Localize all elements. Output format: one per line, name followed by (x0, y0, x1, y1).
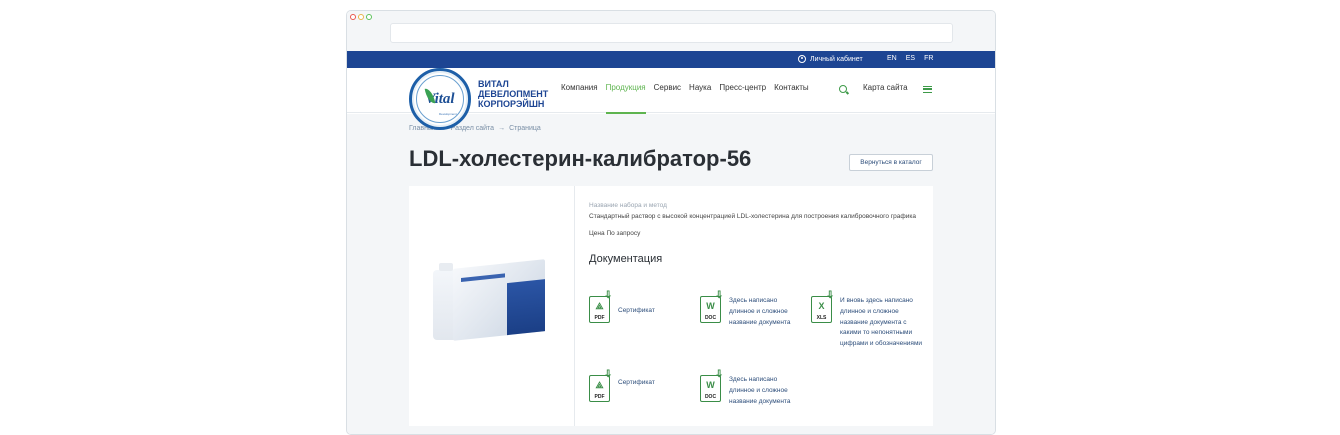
close-dot-icon[interactable] (350, 14, 356, 20)
product-card: Название набора и метод Стандартный раст… (409, 186, 933, 426)
file-extension: DOC (704, 315, 717, 321)
logo-inner: Vital Development (416, 75, 464, 123)
language-switcher: EN ES FR (887, 55, 933, 62)
download-arrow-icon: ⇩ (604, 290, 613, 301)
download-arrow-icon: ⇩ (826, 290, 835, 301)
doc-file-icon: ⇩ W DOC (700, 291, 723, 323)
document-link[interactable]: Здесь написано длинное и сложное названи… (729, 375, 801, 407)
nav-item-company[interactable]: Компания (561, 83, 598, 92)
browser-chrome (347, 11, 995, 51)
nav-item-products[interactable]: Продукция (605, 83, 646, 114)
xls-file-icon: ⇩ X XLS (811, 291, 834, 323)
nav-item-science[interactable]: Наука (689, 83, 711, 92)
document-link[interactable]: И вновь здесь написано длинное и сложное… (840, 296, 924, 350)
breadcrumb-section[interactable]: Раздел сайта (451, 125, 494, 132)
document-item[interactable]: ⇩ ⟁ PDF Сертификат (589, 291, 689, 323)
logo-subtext: Development (439, 112, 457, 116)
download-arrow-icon: ⇩ (715, 290, 724, 301)
logo[interactable]: Vital Development (409, 68, 471, 130)
nav-item-service[interactable]: Сервис (654, 83, 681, 92)
lang-en[interactable]: EN (887, 55, 897, 62)
lang-es[interactable]: ES (906, 55, 915, 62)
cabinet-label: Личный кабинет (810, 55, 863, 63)
site-header: Vital Development ВИТАЛ ДЕВЕЛОПМЕНТ КОРП… (347, 68, 995, 130)
product-image (409, 186, 575, 426)
top-bar: Личный кабинет EN ES FR (347, 51, 995, 68)
browser-window: Личный кабинет EN ES FR Vital Developmen… (346, 10, 996, 435)
company-name-line: ВИТАЛ (478, 79, 509, 89)
pdf-glyph-icon: ⟁ (595, 380, 604, 390)
price-value: По запросу (606, 230, 641, 237)
file-extension: XLS (816, 315, 827, 321)
set-label: Название набора и метод (589, 202, 667, 209)
document-item[interactable]: ⇩ W DOC Здесь написано длинное и сложное… (700, 291, 808, 328)
main-nav: Компания Продукция Сервис Наука Пресс-це… (561, 83, 809, 114)
documents-list: ⇩ ⟁ PDF Сертификат ⇩ W DOC Здесь написан… (589, 291, 929, 426)
nav-item-press-center[interactable]: Пресс-центр (719, 83, 766, 92)
file-extension: PDF (594, 315, 605, 321)
breadcrumb-current: Страница (509, 125, 541, 132)
document-link[interactable]: Здесь написано длинное и сложное названи… (729, 296, 801, 328)
user-icon (798, 55, 806, 63)
price-label: Цена (589, 230, 605, 237)
page-title: LDL-холестерин-калибратор-56 (409, 146, 752, 171)
pdf-file-icon: ⇩ ⟁ PDF (589, 291, 612, 323)
document-link[interactable]: Сертификат (618, 306, 655, 323)
minimize-dot-icon[interactable] (358, 14, 364, 20)
doc-glyph-icon: W (706, 380, 715, 390)
pdf-glyph-icon: ⟁ (595, 301, 604, 311)
sitemap-link[interactable]: Карта сайта (863, 83, 908, 92)
search-icon[interactable] (839, 85, 847, 93)
download-arrow-icon: ⇩ (715, 369, 724, 380)
price-row: Цена По запросу (589, 230, 919, 237)
back-to-catalog-button[interactable]: Вернуться в каталог (849, 154, 933, 171)
document-item[interactable]: ⇩ ⟁ PDF Сертификат (589, 370, 689, 402)
nav-item-contacts[interactable]: Контакты (774, 83, 809, 92)
document-item[interactable]: ⇩ X XLS И вновь здесь написано длинное и… (811, 291, 929, 350)
pdf-file-icon: ⇩ ⟁ PDF (589, 370, 612, 402)
company-name-line: ДЕВЕЛОПМЕНТ (478, 89, 549, 99)
file-extension: PDF (594, 394, 605, 400)
breadcrumb-separator: → (498, 125, 506, 132)
documents-title: Документация (589, 253, 663, 265)
company-name-line: КОРПОРЭЙШН (478, 99, 545, 109)
hamburger-menu-icon[interactable] (923, 86, 932, 93)
lang-fr[interactable]: FR (924, 55, 933, 62)
file-extension: DOC (704, 394, 717, 400)
doc-file-icon: ⇩ W DOC (700, 370, 723, 402)
document-item[interactable]: ⇩ W DOC Здесь написано длинное и сложное… (700, 370, 808, 407)
product-description: Стандартный раствор с высокой концентрац… (589, 213, 916, 220)
doc-glyph-icon: W (706, 301, 715, 311)
maximize-dot-icon[interactable] (366, 14, 372, 20)
company-name: ВИТАЛ ДЕВЕЛОПМЕНТ КОРПОРЭЙШН (478, 79, 548, 109)
address-bar[interactable] (390, 23, 953, 43)
box-label (461, 273, 505, 282)
reagent-box-image (453, 259, 545, 341)
xls-glyph-icon: X (818, 301, 825, 311)
download-arrow-icon: ⇩ (604, 369, 613, 380)
document-link[interactable]: Сертификат (618, 378, 655, 402)
window-controls (350, 14, 372, 20)
personal-cabinet-link[interactable]: Личный кабинет (798, 55, 863, 63)
product-info: Название набора и метод Стандартный раст… (589, 202, 919, 265)
main-content: Главная → Раздел сайта → Страница LDL-хо… (347, 114, 995, 434)
